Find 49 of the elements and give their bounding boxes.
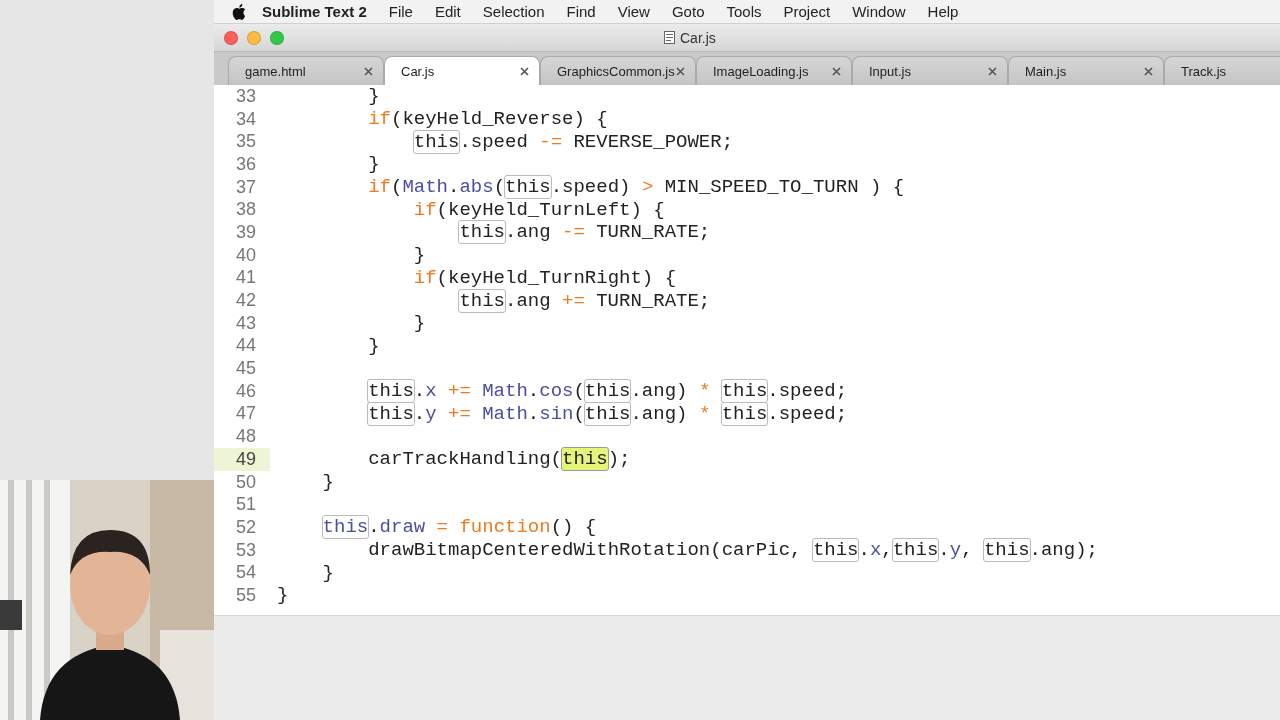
code-line: this.ang -= TURN_RATE; bbox=[458, 221, 711, 244]
code-line: this.speed -= REVERSE_POWER; bbox=[412, 130, 734, 153]
code-line: this.ang += TURN_RATE; bbox=[458, 289, 711, 312]
code-line: this.draw = function() { bbox=[321, 516, 597, 539]
code-line: } bbox=[321, 561, 334, 584]
file-tab[interactable]: game.html bbox=[228, 56, 384, 85]
code-line: } bbox=[367, 153, 380, 176]
code-line: } bbox=[412, 244, 426, 267]
window-title: Car.js bbox=[680, 29, 716, 46]
app-name[interactable]: Sublime Text 2 bbox=[246, 3, 378, 20]
close-icon[interactable] bbox=[832, 66, 841, 76]
code-line: } bbox=[367, 85, 380, 108]
code-line: drawBitmapCenteredWithRotation(carPic, this.x,this.y, this.ang); bbox=[367, 539, 1098, 562]
close-icon[interactable] bbox=[520, 66, 529, 76]
file-tab[interactable]: Track.js bbox=[1164, 56, 1280, 85]
apple-logo-icon[interactable] bbox=[232, 3, 246, 20]
file-tab[interactable]: ImageLoading.js bbox=[696, 56, 852, 85]
close-icon[interactable] bbox=[676, 66, 685, 76]
menu-item[interactable]: Selection bbox=[471, 3, 556, 20]
code-line: if(Math.abs(this.speed) > MIN_SPEED_TO_TURN ) { bbox=[367, 176, 905, 199]
menu-item[interactable]: Project bbox=[772, 3, 842, 20]
close-icon[interactable] bbox=[1144, 66, 1153, 76]
file-tab[interactable]: Car.js bbox=[384, 56, 540, 85]
document-icon bbox=[664, 31, 675, 44]
menu-item[interactable]: Find bbox=[555, 3, 607, 20]
code-line: this.y += Math.sin(this.ang) * this.speed; bbox=[367, 402, 848, 425]
menu-item[interactable]: Window bbox=[841, 3, 917, 20]
code-line: if(keyHeld_TurnRight) { bbox=[412, 266, 677, 289]
line-number: 49 bbox=[214, 448, 270, 471]
code-line: if(keyHeld_Reverse) { bbox=[367, 108, 608, 131]
code-line: } bbox=[276, 584, 289, 607]
code-line: } bbox=[367, 334, 380, 357]
menu-item[interactable]: File bbox=[377, 3, 424, 20]
close-icon[interactable] bbox=[988, 66, 997, 76]
close-icon[interactable] bbox=[364, 66, 373, 76]
close-window-button[interactable] bbox=[224, 30, 238, 45]
menu-item[interactable]: Goto bbox=[660, 3, 716, 20]
file-tab[interactable]: GraphicsCommon.js bbox=[540, 56, 696, 85]
code-line: } bbox=[321, 471, 334, 494]
menu-item[interactable]: Help bbox=[916, 3, 970, 20]
code-line: } bbox=[412, 312, 426, 335]
file-tab[interactable]: Main.js bbox=[1008, 56, 1164, 85]
code-line: if(keyHeld_TurnLeft) { bbox=[412, 198, 665, 221]
menu-item[interactable]: Edit bbox=[423, 3, 472, 20]
code-line: this.x += Math.cos(this.ang) * this.speed; bbox=[367, 380, 848, 403]
menu-item[interactable]: Tools bbox=[715, 3, 773, 20]
code-line: carTrackHandling(this); bbox=[367, 448, 631, 471]
file-tab[interactable]: Input.js bbox=[852, 56, 1008, 85]
menu-item[interactable]: View bbox=[606, 3, 661, 20]
